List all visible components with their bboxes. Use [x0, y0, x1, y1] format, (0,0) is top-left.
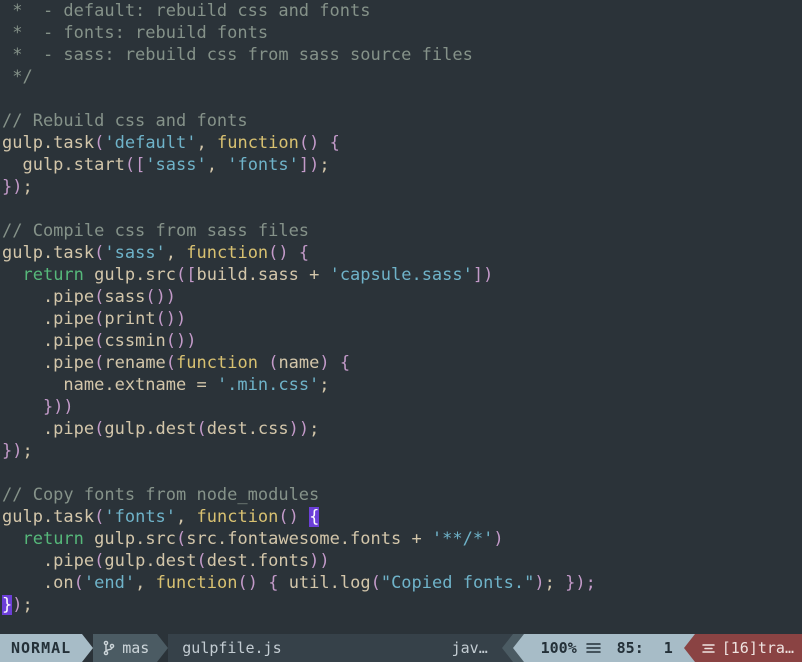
code-line: .pipe(rename(function (name) { [2, 353, 351, 373]
code-line: // Copy fonts from node_modules [2, 485, 320, 505]
status-warning[interactable]: [16]tra… [694, 634, 802, 662]
editor-buffer[interactable]: * - default: rebuild css and fonts * - f… [0, 0, 802, 634]
vim-window: * - default: rebuild css and fonts * - f… [0, 0, 802, 662]
warning-lines-icon [701, 641, 716, 655]
status-filename: gulpfile.js [168, 634, 446, 662]
code-line: // Compile css from sass files [2, 221, 310, 241]
status-mode: NORMAL [0, 634, 83, 662]
cursor: } [2, 595, 13, 615]
filetype-separator-icon [501, 634, 513, 662]
code-line: gulp.task('fonts', function() { [2, 507, 320, 527]
code-line: .pipe(gulp.dest(dest.css)); [2, 419, 320, 439]
status-branch[interactable]: mas [93, 634, 158, 662]
code-line: .pipe(cssmin()) [2, 331, 197, 351]
position-separator-icon [512, 634, 524, 662]
code-line: gulp.task('default', function() { [2, 133, 340, 153]
status-position: 100% 85: 1 [523, 634, 684, 662]
lines-icon [586, 641, 601, 655]
code-line: */ [2, 67, 33, 87]
code-line: .pipe(sass()) [2, 287, 177, 307]
status-line: NORMAL mas gulpfile.js jav… 100% 85: 1 [… [0, 634, 802, 662]
code-line: // Rebuild css and fonts [2, 111, 248, 131]
code-line: name.extname = '.min.css'; [2, 375, 330, 395]
code-line: gulp.start(['sass', 'fonts']); [2, 155, 330, 175]
status-warning-label: [16]tra… [721, 639, 794, 657]
code-line: return gulp.src([build.sass + 'capsule.s… [22, 265, 494, 285]
git-branch-icon [103, 640, 115, 656]
code-line: * - sass: rebuild css from sass source f… [2, 45, 473, 65]
code-line: .pipe(gulp.dest(dest.fonts)) [2, 551, 330, 571]
branch-separator-icon [157, 634, 169, 662]
code-line: gulp.task('sass', function() { [2, 243, 310, 263]
status-line-number: 85: [616, 639, 644, 657]
code-line: .on('end', function() { util.log("Copied… [2, 573, 596, 593]
code-line: .pipe(print()) [2, 309, 187, 329]
code-line: * - fonts: rebuild fonts [2, 23, 269, 43]
code-line: }); [2, 177, 33, 197]
code-line: })) [42, 397, 74, 417]
status-column-number: 1 [663, 639, 673, 657]
code-line: * - default: rebuild css and fonts [2, 1, 371, 21]
matching-brace-open: { [309, 507, 320, 527]
status-percent: 100% [540, 639, 577, 657]
code-line: }); [2, 595, 33, 615]
status-branch-label: mas [122, 639, 150, 657]
mode-separator-icon [82, 634, 94, 662]
code-line: return gulp.src(src.fontawesome.fonts + … [22, 529, 504, 549]
code-line: }); [2, 441, 33, 461]
warning-separator-icon [683, 634, 695, 662]
status-filetype: jav… [445, 634, 502, 662]
